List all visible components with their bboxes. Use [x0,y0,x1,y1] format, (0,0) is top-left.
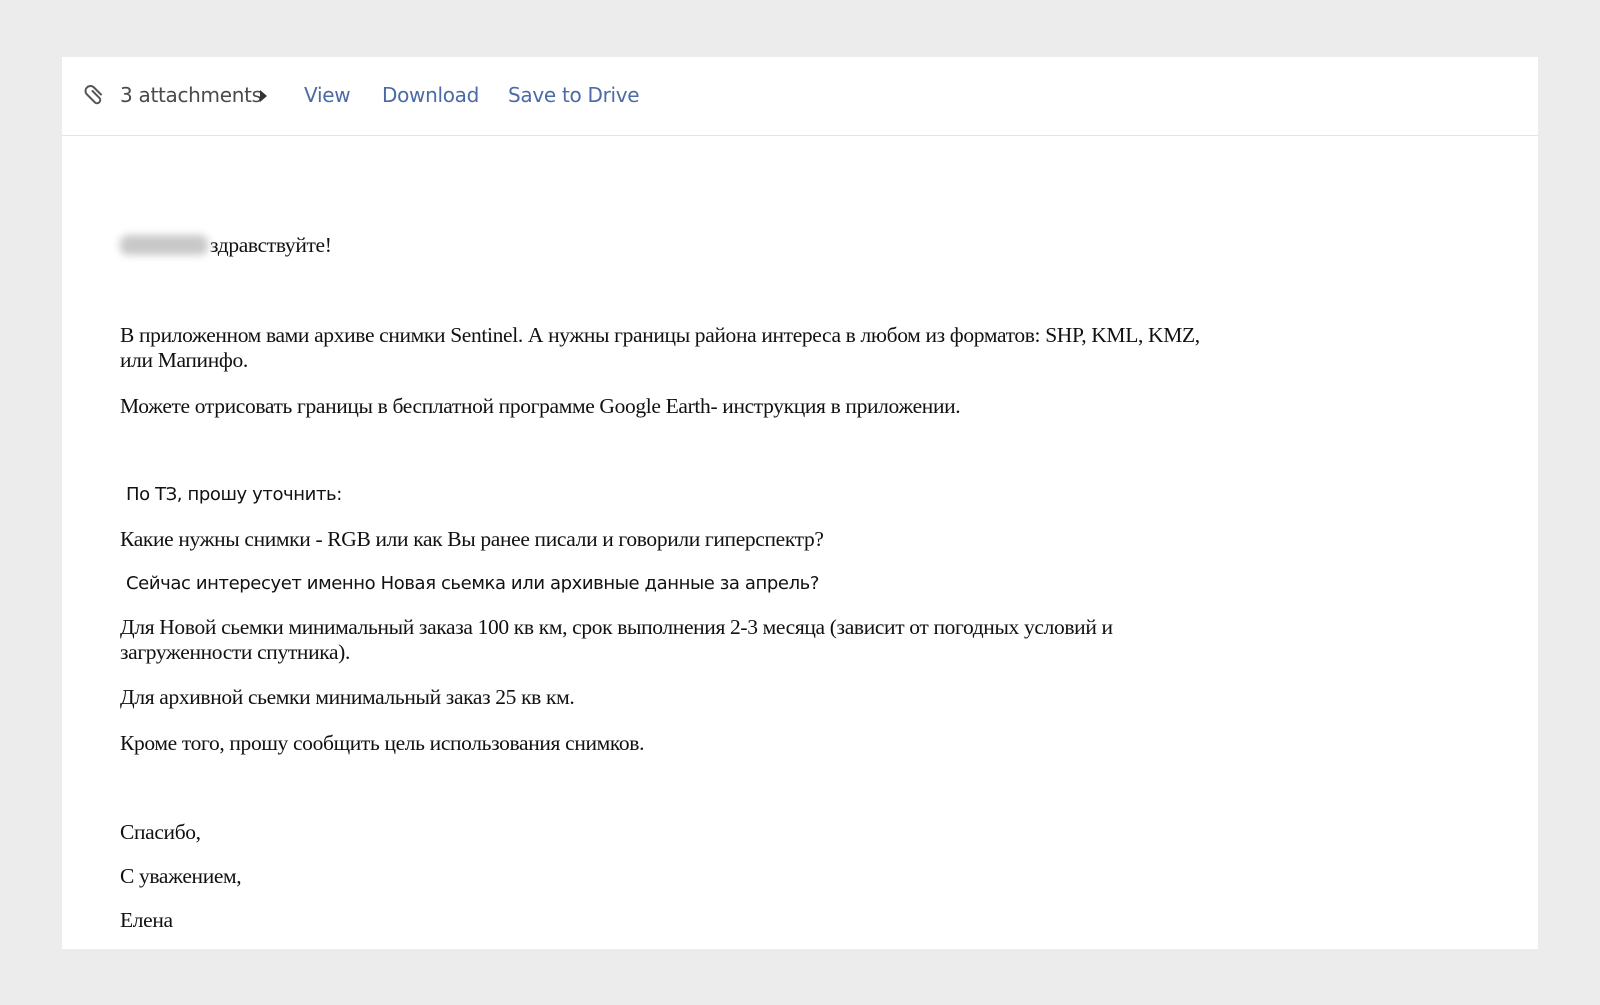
paragraph: Для архивной сьемки минимальный заказ 25… [120,685,575,709]
paragraph: Кроме того, прошу сообщить цель использо… [120,731,645,755]
paperclip-icon [84,85,102,105]
greeting-line: здравствуйте! [120,233,332,258]
paragraph: Какие нужны снимки - RGB или как Вы ране… [120,527,824,551]
view-link[interactable]: View [304,83,351,107]
attachments-bar: 3 attachments View Download Save to Driv… [62,57,1538,136]
paragraph: По ТЗ, прошу уточнить: [126,484,342,505]
redacted-name [120,235,208,255]
paragraph: В приложенном вами архиве снимки Sentine… [120,323,1200,372]
attachments-count[interactable]: 3 attachments [120,83,262,107]
caret-right-icon[interactable] [260,90,267,102]
email-card: 3 attachments View Download Save to Driv… [62,57,1538,949]
closing-thanks: Спасибо, [120,820,201,844]
closing-regards: С уважением, [120,864,242,888]
paragraph: Можете отрисовать границы в бесплатной п… [120,394,961,418]
signature: Елена [120,908,173,932]
paragraph: Для Новой сьемки минимальный заказа 100 … [120,615,1113,664]
download-link[interactable]: Download [382,83,479,107]
paragraph: Сейчас интересует именно Новая сьемка ил… [126,573,820,594]
greeting: здравствуйте! [210,233,332,257]
save-to-drive-link[interactable]: Save to Drive [508,83,640,107]
